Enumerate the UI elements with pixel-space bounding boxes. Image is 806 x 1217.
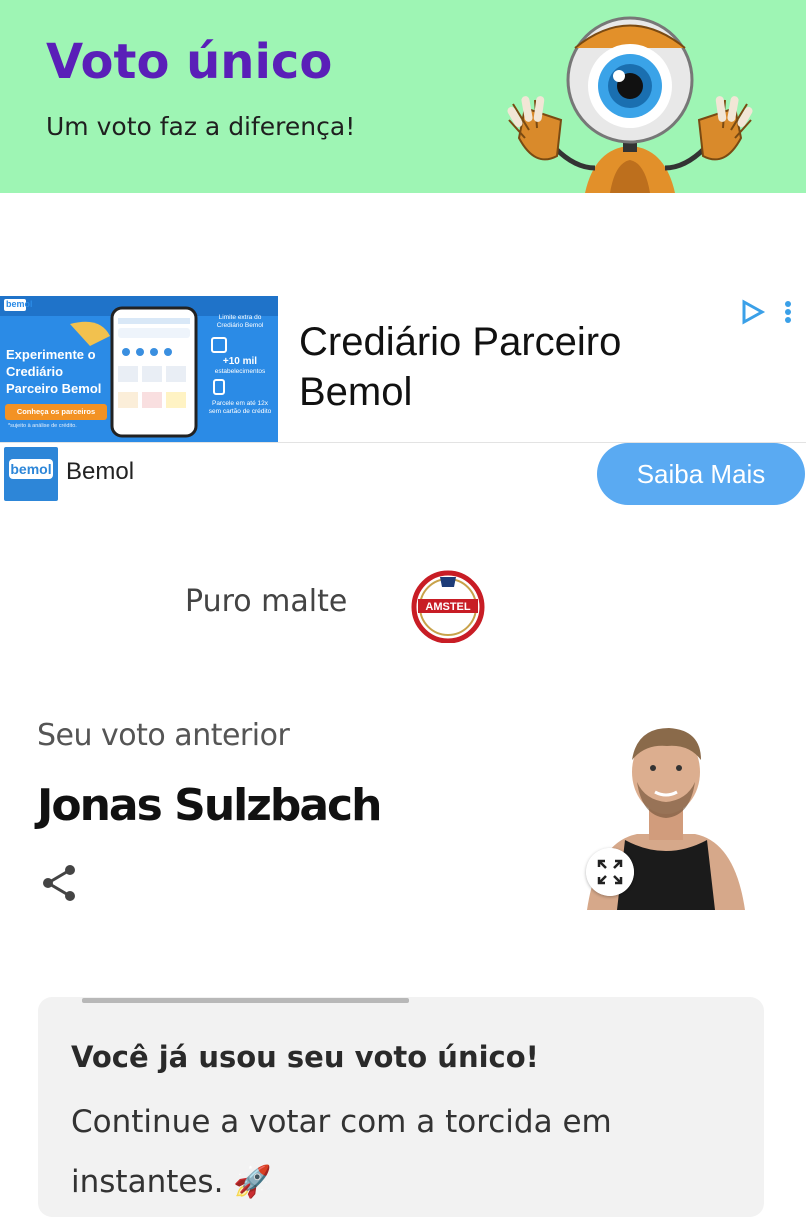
advertiser-name[interactable]: Bemol (66, 458, 134, 486)
previous-vote-name: Jonas Sulzbach (37, 780, 382, 831)
previous-vote-label: Seu voto anterior (37, 718, 290, 753)
notice-progress-bar (82, 998, 409, 1003)
eye-mascot-icon (507, 16, 753, 193)
notice-title: Você já usou seu voto único! (71, 1040, 539, 1074)
ad-choices-icon[interactable] (740, 298, 800, 326)
amstel-logo-text: AMSTEL (425, 601, 471, 613)
page-title: Voto único (46, 34, 333, 90)
ad-banner-info-2-sub: estabelecimentos (214, 368, 266, 375)
ad-banner-info-2: +10 mil (222, 356, 258, 367)
expand-icon[interactable] (586, 848, 634, 896)
sponsor-text: Puro malte (185, 584, 348, 619)
ad-banner-info-3: Parcele em até 12x sem cartão de crédito (208, 400, 272, 415)
notice-text: Continue a votar com a torcida em instan… (71, 1104, 612, 1200)
ad-banner-button: Conheça os parceiros (16, 407, 96, 416)
ad-banner-info-1: Limite extra do Crediário Bemol (216, 314, 264, 329)
ad-title[interactable]: Crediário Parceiro Bemol (299, 317, 699, 417)
ad-banner-image[interactable]: bemol Experimente o Crediário Parceiro B… (0, 296, 278, 442)
ad-banner-footnote: *sujeito à análise de crédito. (8, 423, 77, 429)
advertiser-logo-text: bemol (9, 459, 53, 479)
saiba-mais-button[interactable]: Saiba Mais (597, 443, 805, 505)
advertiser-logo[interactable]: bemol (4, 447, 58, 501)
ad-banner-headline: Experimente o Crediário Parceiro Bemol (6, 347, 102, 396)
header: Voto único Um voto faz a diferença! (0, 0, 806, 193)
share-icon[interactable] (38, 862, 80, 904)
page-subtitle: Um voto faz a diferença! (46, 112, 356, 141)
ad-banner-logo: bemol (6, 299, 33, 309)
